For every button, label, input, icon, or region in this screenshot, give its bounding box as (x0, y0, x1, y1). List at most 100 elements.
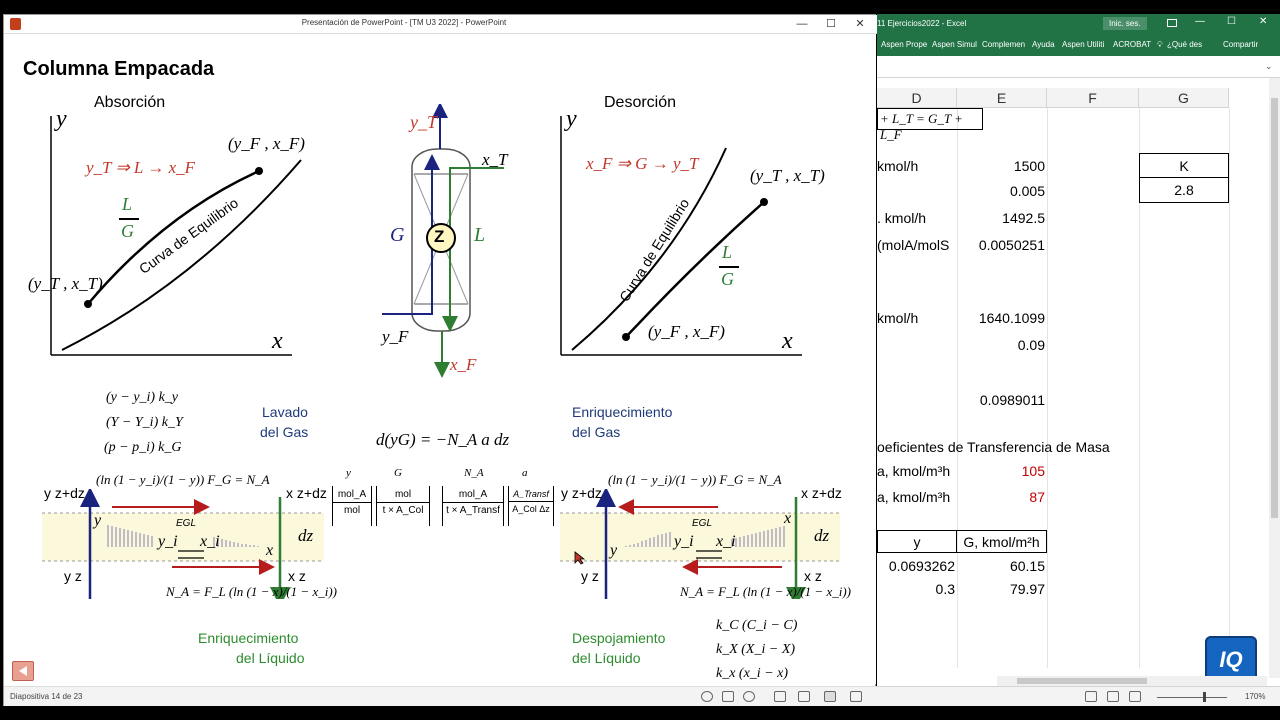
cell-e2[interactable]: 0.005 (957, 178, 1045, 204)
cell-e5[interactable]: 1640.1099 (957, 305, 1045, 331)
right-y-bottom: y z (581, 568, 599, 584)
vertical-scrollbar[interactable] (1269, 78, 1280, 678)
close-icon[interactable]: ✕ (846, 16, 874, 32)
minimize-icon[interactable]: — (1195, 16, 1205, 27)
right-y: y (610, 542, 618, 559)
right-y-top: y z+dz (561, 485, 602, 501)
page-layout-icon[interactable] (1107, 691, 1119, 702)
mass-balance-eq: d(yG) = −N_A a dz (376, 430, 510, 449)
desorcion-bottom-point (622, 333, 630, 341)
desorcion-top-point (760, 198, 768, 206)
ribbon-tab[interactable]: Ayuda (1032, 40, 1055, 49)
desorcion-top-point-label: (y_T , x_T) (750, 166, 825, 185)
col-header-f[interactable]: F (1047, 88, 1139, 108)
ribbon-tab[interactable]: Aspen Utiliti (1062, 40, 1104, 49)
cell-s2-label[interactable]: a, kmol/m³h (877, 484, 950, 510)
ribbon-tab[interactable]: Aspen Simul (932, 40, 977, 49)
next-slide-icon[interactable] (743, 691, 755, 702)
cell-e6[interactable]: 0.09 (957, 332, 1045, 358)
units-4-num: A_Transf (509, 486, 553, 502)
right-xi: x_i (716, 533, 736, 550)
col-header-g[interactable]: G (1139, 88, 1229, 108)
reading-view-icon[interactable] (824, 691, 836, 702)
cell-g-k-value[interactable]: 2.8 (1139, 178, 1229, 203)
zoom-slider[interactable] (1157, 697, 1227, 698)
table-header-y[interactable]: y (877, 530, 957, 553)
left-x-bottom: x z (288, 568, 306, 584)
slide-back-button[interactable] (12, 661, 34, 681)
cell-s2-value[interactable]: 87 (957, 484, 1045, 510)
desorcion-slope-den: G (721, 269, 734, 289)
cell-d3[interactable]: . kmol/h (877, 205, 926, 231)
horizontal-scrollbar[interactable] (997, 676, 1267, 686)
desorcion-slope-num: L (722, 242, 733, 262)
driving-force-2: (Y − Y_i) k_Y (106, 415, 183, 430)
scrollbar-thumb[interactable] (1017, 678, 1147, 684)
ribbon-tab[interactable]: Aspen Prope (881, 40, 927, 49)
col-header-d[interactable]: D (877, 88, 957, 108)
left-footer-line1: Enriquecimiento (198, 630, 299, 646)
enriq-gas-line2: del Gas (572, 424, 621, 440)
normal-view-icon[interactable] (774, 691, 786, 702)
zoom-slider-thumb[interactable] (1203, 692, 1206, 702)
formula-bar[interactable]: ⌄ (877, 58, 1280, 78)
units-1-den: mol (343, 505, 361, 516)
col-header-e[interactable]: E (957, 88, 1047, 108)
cell-e3[interactable]: 1492.5 (957, 205, 1045, 231)
table-cell[interactable]: 0.3 (877, 576, 955, 602)
left-dz: dz (298, 526, 314, 545)
sorter-view-icon[interactable] (798, 691, 810, 702)
cell-e7[interactable]: 0.0989011 (957, 387, 1045, 413)
normal-view-icon[interactable] (1085, 691, 1097, 702)
left-flux-liq: N_A = F_L (ln (1 − x)/(1 − x_i)) (166, 584, 337, 599)
column-xF-label: x_F (450, 355, 477, 374)
ppt-window-title: Presentación de PowerPoint - [TM U3 2022… (301, 18, 507, 27)
left-xi: x_i (200, 533, 220, 550)
table-header-g[interactable]: G, kmol/m²h (957, 530, 1047, 553)
chevron-down-icon[interactable]: ⌄ (1265, 61, 1273, 72)
desorcion-y-axis-label: y (566, 106, 577, 132)
col-NA-label: N_A (464, 467, 484, 479)
desorcion-bottom-point-label: (y_F , x_F) (648, 322, 725, 341)
ribbon-options-icon[interactable] (1167, 19, 1177, 27)
column-yT-label: y_T (410, 112, 437, 132)
cell-s1-label[interactable]: a, kmol/m³h (877, 458, 950, 484)
maximize-icon[interactable]: ☐ (817, 16, 845, 32)
cell-g-k-label[interactable]: K (1139, 153, 1229, 178)
absorcion-equilibrium-curve (61, 159, 302, 351)
ribbon-tab[interactable]: ¿Qué des (1167, 40, 1202, 49)
share-button[interactable]: Compartir (1223, 40, 1258, 49)
zoom-level[interactable]: 170% (1245, 692, 1265, 701)
cell-d1[interactable]: kmol/h (877, 153, 918, 179)
ribbon-tab[interactable]: ACROBAT (1113, 40, 1151, 49)
cell-d4[interactable]: (molA/molS (877, 232, 957, 258)
prev-slide-icon[interactable] (701, 691, 713, 702)
slideshow-icon[interactable] (850, 691, 862, 702)
absorcion-flow-eq: y_T ⇒ L → x_F (86, 158, 196, 177)
powerpoint-window: Presentación de PowerPoint - [TM U3 2022… (3, 14, 877, 706)
maximize-icon[interactable]: ☐ (1227, 16, 1236, 27)
cell-section-title[interactable]: oeficientes de Transferencia de Masa (877, 434, 1110, 460)
right-x-bottom: x z (804, 568, 822, 584)
cell-d5[interactable]: kmol/h (877, 305, 918, 331)
units-2-den: t × A_Col (382, 505, 424, 516)
enriq-gas-line1: Enriquecimiento (572, 404, 673, 420)
minimize-icon[interactable]: — (788, 16, 816, 32)
excel-grid[interactable]: D E F G + L_T = G_T + L_F kmol/h 1500 0.… (877, 88, 1280, 684)
cell-header-formula[interactable]: + L_T = G_T + L_F (877, 108, 983, 142)
ppt-titlebar: Presentación de PowerPoint - [TM U3 2022… (4, 15, 877, 34)
page-break-icon[interactable] (1129, 691, 1141, 702)
units-1-num: mol_A (333, 486, 371, 503)
cell-e1[interactable]: 1500 (957, 153, 1045, 179)
scrollbar-thumb[interactable] (1271, 98, 1278, 518)
left-y: y (94, 512, 102, 529)
cell-e4[interactable]: 0.0050251 (957, 232, 1045, 258)
units-3-num: mol_A (443, 486, 503, 503)
cell-s1-value[interactable]: 105 (957, 458, 1045, 484)
table-cell[interactable]: 79.97 (957, 576, 1045, 602)
menu-icon[interactable] (722, 691, 734, 702)
left-footer-line2: del Líquido (236, 650, 305, 666)
signin-button[interactable]: Inic. ses. (1103, 17, 1147, 30)
ribbon-tab[interactable]: Complemen (982, 40, 1025, 49)
close-icon[interactable]: ✕ (1259, 16, 1267, 27)
